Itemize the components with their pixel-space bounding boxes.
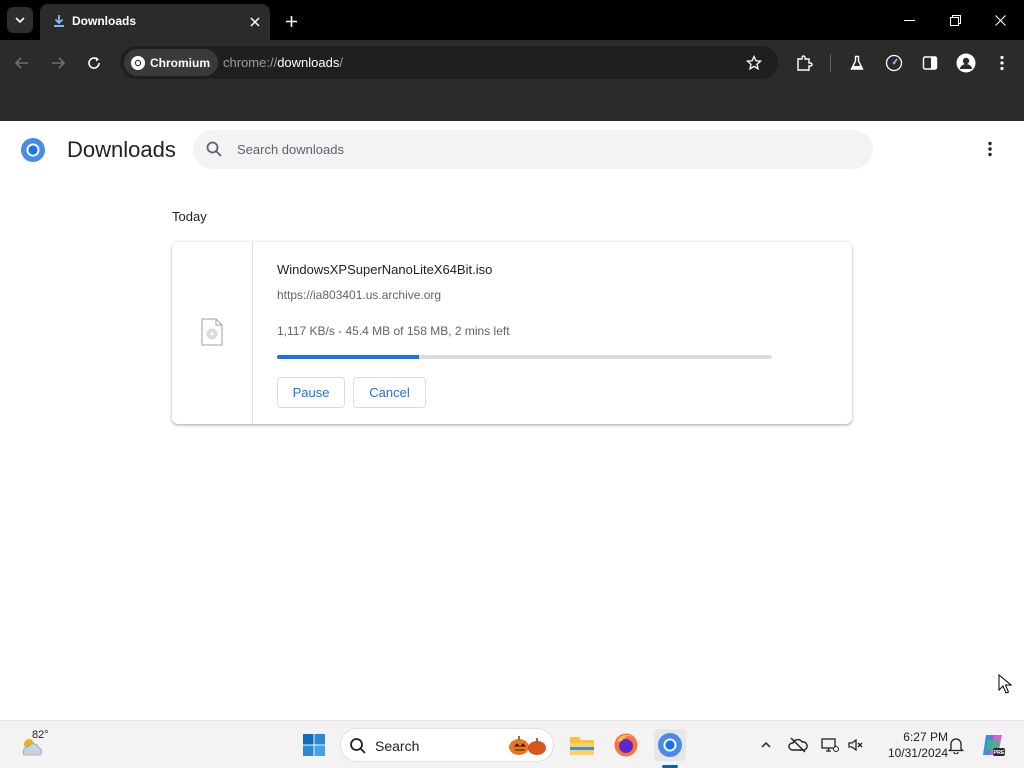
arrow-right-icon — [52, 57, 66, 69]
address-bar[interactable]: Chromium chrome://downloads/ — [120, 46, 778, 79]
onedrive-tray-button[interactable] — [788, 735, 808, 755]
tab-downloads[interactable]: Downloads — [40, 4, 270, 40]
download-item-card: WindowsXPSuperNanoLiteX64Bit.iso https:/… — [172, 242, 852, 424]
folder-icon — [570, 737, 594, 755]
close-window-button[interactable] — [982, 6, 1018, 34]
taskbar: 82° Search 6:27 PM 10/31/2024 PRE — [0, 720, 1024, 768]
new-tab-button[interactable] — [280, 10, 302, 32]
minimize-button[interactable] — [891, 6, 927, 34]
restore-button[interactable] — [937, 6, 973, 34]
cancel-button[interactable]: Cancel — [353, 377, 426, 408]
chromium-logo-icon — [658, 733, 682, 757]
cloud-off-icon — [788, 737, 808, 753]
url-path: / — [339, 55, 343, 70]
search-icon — [350, 738, 366, 754]
chromium-app[interactable] — [654, 729, 686, 761]
weather-widget[interactable]: 82° — [18, 727, 58, 763]
search-bar[interactable] — [193, 130, 873, 169]
copilot-button[interactable]: PRE — [980, 732, 1006, 758]
file-explorer-app[interactable] — [566, 729, 598, 761]
forward-button[interactable] — [44, 49, 72, 77]
close-icon — [994, 14, 1006, 26]
plus-icon — [285, 15, 297, 27]
speaker-muted-icon — [848, 738, 863, 752]
download-progress-fill — [277, 355, 420, 359]
reload-icon — [88, 57, 100, 69]
bell-icon — [948, 738, 964, 754]
clock-date: 10/31/2024 — [887, 746, 948, 760]
restore-icon — [949, 14, 961, 26]
system-clock[interactable]: 6:27 PM 10/31/2024 — [872, 729, 948, 761]
tab-search-button[interactable] — [7, 7, 33, 33]
bookmark-star-button[interactable] — [742, 51, 766, 75]
reload-button[interactable] — [80, 49, 108, 77]
windows-logo-icon — [303, 734, 325, 756]
date-group-header: Today — [172, 209, 207, 224]
labs-button[interactable] — [843, 49, 871, 77]
toolbar-separator — [830, 54, 831, 72]
performance-button[interactable] — [880, 49, 908, 77]
site-info-chip[interactable]: Chromium — [124, 49, 218, 76]
download-icon — [54, 15, 64, 27]
browser-menu-button[interactable] — [988, 49, 1016, 77]
show-hidden-icons-button[interactable] — [756, 735, 776, 755]
star-icon — [746, 55, 762, 71]
network-tray-button[interactable] — [820, 735, 840, 755]
more-vert-icon — [988, 141, 992, 157]
taskbar-search-label: Search — [375, 738, 420, 754]
download-progress-bar — [277, 355, 772, 359]
profile-button[interactable] — [952, 49, 980, 77]
page-title: Downloads — [67, 137, 176, 162]
search-input[interactable] — [237, 130, 837, 169]
url-text: chrome://downloads/ — [223, 55, 343, 70]
search-icon — [206, 141, 222, 157]
chromium-logo-icon — [21, 138, 45, 162]
chevron-up-icon — [761, 741, 771, 748]
download-status: 1,117 KB/s - 45.4 MB of 158 MB, 2 mins l… — [277, 324, 510, 338]
flask-icon — [850, 55, 864, 70]
back-button[interactable] — [8, 49, 36, 77]
url-host: downloads — [277, 55, 340, 70]
start-button[interactable] — [298, 729, 330, 761]
mouse-cursor-icon — [998, 674, 1012, 694]
weather-temperature: 82° — [32, 729, 49, 741]
file-name[interactable]: WindowsXPSuperNanoLiteX64Bit.iso — [277, 262, 492, 277]
page-menu-button[interactable] — [978, 137, 1002, 161]
tab-close-button[interactable] — [247, 14, 263, 30]
svg-text:PRE: PRE — [993, 750, 1005, 756]
firefox-icon — [614, 733, 638, 757]
close-icon — [250, 17, 260, 27]
pumpkin-icon — [509, 736, 546, 755]
volume-tray-button[interactable] — [846, 735, 866, 755]
downloads-page: Downloads Today WindowsXPSuperNanoLiteX6… — [0, 121, 1024, 720]
monitor-icon — [821, 738, 839, 752]
tab-title: Downloads — [72, 14, 137, 28]
bookmark-bar — [0, 85, 1024, 121]
speedometer-icon — [885, 54, 903, 72]
site-chip-label: Chromium — [150, 55, 210, 70]
source-url[interactable]: https://ia803401.us.archive.org — [277, 288, 441, 302]
clock-time: 6:27 PM — [903, 730, 948, 744]
side-panel-button[interactable] — [916, 49, 944, 77]
extensions-button[interactable] — [790, 49, 818, 77]
file-icon — [201, 318, 223, 346]
file-icon-column — [172, 242, 253, 424]
notifications-button[interactable] — [946, 735, 966, 755]
firefox-app[interactable] — [610, 729, 642, 761]
tab-strip: Downloads — [0, 0, 1024, 40]
minimize-icon — [903, 19, 915, 21]
browser-toolbar: Chromium chrome://downloads/ — [0, 40, 1024, 85]
side-panel-icon — [922, 56, 938, 70]
taskbar-search[interactable]: Search — [340, 728, 554, 762]
more-vert-icon — [1000, 55, 1004, 71]
copilot-icon: PRE — [983, 735, 1005, 756]
url-scheme: chrome:// — [223, 55, 278, 70]
puzzle-icon — [797, 55, 813, 71]
avatar-icon — [956, 53, 976, 73]
chevron-down-icon — [15, 17, 25, 24]
pause-button[interactable]: Pause — [277, 377, 345, 408]
arrow-left-icon — [14, 57, 28, 69]
chromium-logo-icon — [131, 55, 145, 70]
